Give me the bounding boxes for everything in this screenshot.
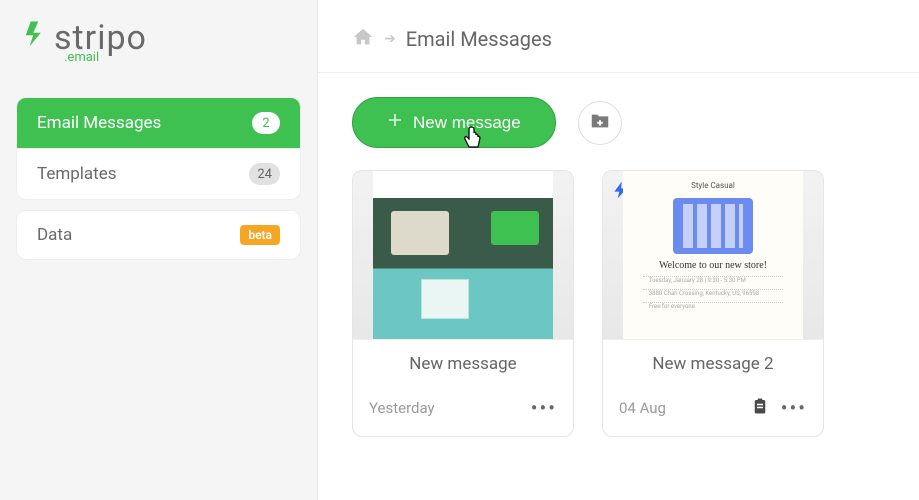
card-title: New message 2 xyxy=(603,339,823,382)
more-icon[interactable]: ••• xyxy=(781,396,807,420)
card-footer: Yesterday ••• xyxy=(353,382,573,436)
sidebar-item-email-messages[interactable]: Email Messages 2 xyxy=(17,98,300,148)
sidebar: stripo .email Email Messages 2 Templates… xyxy=(0,0,318,500)
main-content: ➔ Email Messages New message xyxy=(318,0,919,500)
sidebar-item-label: Data xyxy=(37,225,72,245)
nav-group-main: Email Messages 2 Templates 24 xyxy=(16,97,301,200)
new-message-label: New message xyxy=(413,113,521,133)
plus-icon xyxy=(387,112,403,133)
breadcrumb-current: Email Messages xyxy=(406,27,552,51)
sidebar-item-label: Email Messages xyxy=(37,113,161,133)
nav-group-data: Data beta xyxy=(16,210,301,260)
sidebar-item-data[interactable]: Data beta xyxy=(17,211,300,259)
logo-mark-icon xyxy=(22,19,52,57)
new-message-button[interactable]: New message xyxy=(352,97,556,148)
sidebar-item-label: Templates xyxy=(37,164,117,184)
home-icon[interactable] xyxy=(352,26,374,52)
count-badge: 24 xyxy=(249,163,280,185)
beta-badge: beta xyxy=(240,225,280,245)
preview-brand: Style Casual xyxy=(633,181,793,190)
count-badge: 2 xyxy=(252,112,280,134)
preview-script: Welcome to our new store! xyxy=(633,260,793,271)
clipboard-icon[interactable] xyxy=(751,396,769,420)
card-date: 04 Aug xyxy=(619,399,666,417)
card-footer: 04 Aug ••• xyxy=(603,382,823,436)
folder-plus-icon xyxy=(589,110,611,135)
new-folder-button[interactable] xyxy=(578,101,622,145)
breadcrumb: ➔ Email Messages xyxy=(318,0,919,73)
card-thumbnail xyxy=(353,171,573,339)
logo[interactable]: stripo .email xyxy=(0,18,317,87)
toolbar: New message xyxy=(352,97,885,148)
card-date: Yesterday xyxy=(369,399,435,417)
more-icon[interactable]: ••• xyxy=(531,396,557,420)
card-thumbnail: Style Casual Welcome to our new store! T… xyxy=(603,171,823,339)
message-card[interactable]: New message Yesterday ••• xyxy=(352,170,574,437)
logo-suffix: .email xyxy=(64,50,295,65)
card-title: New message xyxy=(353,339,573,382)
message-cards: New message Yesterday ••• St xyxy=(352,170,885,437)
chevron-right-icon: ➔ xyxy=(384,31,396,47)
message-card[interactable]: Style Casual Welcome to our new store! T… xyxy=(602,170,824,437)
sidebar-item-templates[interactable]: Templates 24 xyxy=(17,148,300,199)
